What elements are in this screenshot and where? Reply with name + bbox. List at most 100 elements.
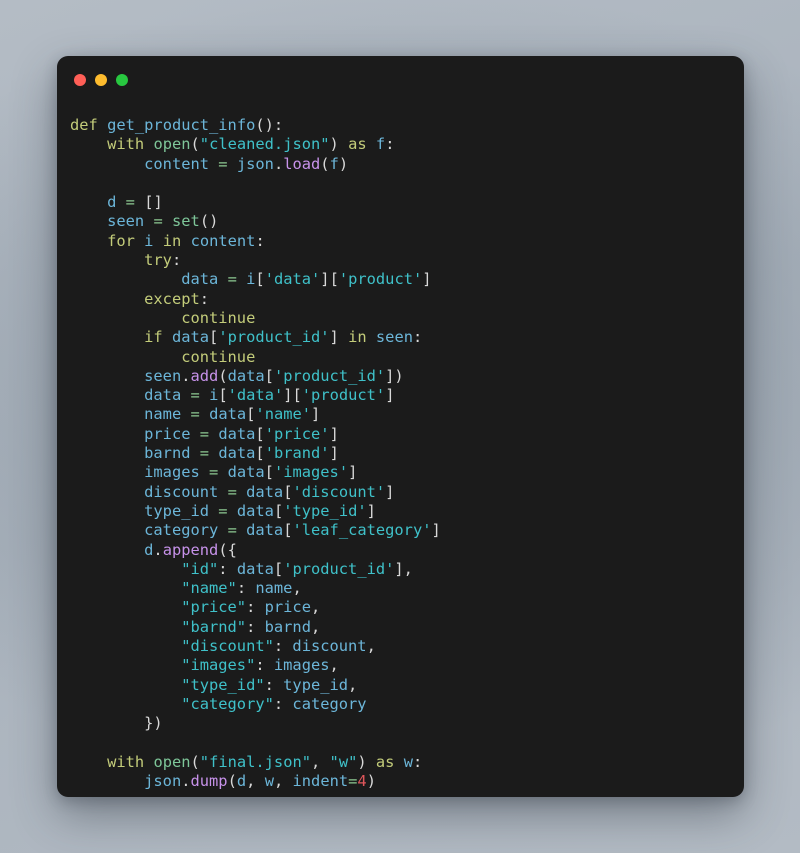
- close-window-button[interactable]: [74, 74, 86, 86]
- code-token-punctuation: :: [236, 579, 256, 598]
- minimize-window-button[interactable]: [95, 74, 107, 86]
- code-token-identifier: barnd: [264, 617, 311, 636]
- window-titlebar: [57, 56, 744, 102]
- code-line: name = data['name']: [70, 405, 744, 424]
- code-token-string: "category": [181, 694, 274, 713]
- code-token-identifier: seen: [107, 212, 145, 231]
- code-token-punctuation: [70, 772, 144, 790]
- code-token-identifier: discount: [144, 482, 219, 501]
- code-line: "barnd": barnd,: [70, 618, 744, 637]
- code-token-operator: =: [190, 405, 200, 424]
- code-token-identifier: data: [144, 386, 182, 405]
- code-token-identifier: type_id: [144, 501, 210, 520]
- code-token-identifier: w: [264, 772, 274, 791]
- code-token-builtin: set: [172, 212, 200, 231]
- code-token-identifier: content: [190, 231, 256, 250]
- code-token-punctuation: ]: [329, 444, 339, 463]
- code-line: "images": images,: [70, 656, 744, 675]
- code-token-string: 'leaf_category': [292, 521, 432, 540]
- code-token-identifier: data: [236, 559, 274, 578]
- code-token-punctuation: [209, 444, 218, 462]
- code-editor-area[interactable]: def get_product_info(): with open("clean…: [57, 102, 744, 797]
- code-token-punctuation: ,: [329, 656, 339, 675]
- code-token-identifier: barnd: [144, 444, 191, 463]
- code-token-keyword: in: [162, 231, 182, 250]
- code-token-punctuation: [70, 309, 181, 327]
- code-token-identifier: data: [171, 328, 210, 347]
- code-token-function: dump: [190, 772, 228, 791]
- code-token-string: "images": [181, 656, 256, 675]
- code-token-punctuation: (: [190, 752, 200, 771]
- code-token-punctuation: [200, 463, 209, 481]
- code-token-operator: =: [218, 154, 228, 173]
- code-token-punctuation: [190, 425, 199, 443]
- code-token-string: 'product_id': [273, 366, 386, 385]
- code-token-punctuation: [70, 560, 181, 578]
- code-token-punctuation: ]: [431, 521, 441, 540]
- code-token-punctuation: ,: [246, 772, 265, 791]
- code-token-punctuation: (: [218, 366, 228, 385]
- code-token-identifier: f: [329, 154, 339, 173]
- code-token-punctuation: ][: [320, 270, 339, 289]
- code-token-identifier: seen: [375, 328, 413, 347]
- code-token-punctuation: [70, 618, 181, 636]
- code-token-string: 'images': [273, 463, 349, 482]
- code-token-keyword: continue: [181, 347, 256, 366]
- code-token-function: load: [283, 154, 321, 173]
- code-token-punctuation: [209, 425, 218, 443]
- code-line: barnd = data['brand']: [70, 444, 744, 463]
- code-line: def get_product_info():: [70, 116, 744, 135]
- code-token-identifier: content: [144, 154, 210, 173]
- code-line: if data['product_id'] in seen:: [70, 328, 744, 347]
- code-token-identifier: json: [144, 772, 182, 791]
- code-token-punctuation: [163, 328, 172, 346]
- code-token-string: "final.json": [199, 752, 311, 771]
- code-token-identifier: json: [236, 154, 274, 173]
- code-token-keyword: with: [107, 135, 145, 154]
- code-line: continue: [70, 309, 744, 328]
- maximize-window-button[interactable]: [116, 74, 128, 86]
- code-token-punctuation: [367, 135, 376, 153]
- code-token-punctuation: ][: [283, 386, 302, 405]
- code-line: continue: [70, 348, 744, 367]
- code-token-punctuation: [237, 270, 246, 288]
- code-token-operator: =: [125, 193, 135, 212]
- code-token-function: add: [190, 366, 219, 385]
- code-token-punctuation: [163, 212, 172, 230]
- code-token-punctuation: ,: [310, 617, 321, 636]
- code-token-punctuation: [70, 270, 181, 288]
- code-token-punctuation: [116, 193, 125, 211]
- code-token-punctuation: [70, 386, 144, 404]
- code-token-punctuation: ): [329, 135, 349, 154]
- code-token-punctuation: ]: [385, 386, 395, 405]
- code-token-punctuation: (): [199, 212, 219, 231]
- code-token-punctuation: :: [385, 135, 395, 154]
- code-line: "name": name,: [70, 579, 744, 598]
- code-token-punctuation: [: [255, 444, 265, 463]
- code-token-identifier: data: [246, 482, 284, 501]
- code-token-string: 'product': [338, 270, 423, 289]
- code-token-identifier: data: [227, 366, 265, 385]
- code-token-punctuation: :: [412, 328, 423, 347]
- code-token-punctuation: :: [255, 231, 265, 250]
- code-token-punctuation: [70, 656, 181, 674]
- code-token-identifier: get_product_info: [107, 116, 256, 134]
- code-token-punctuation: :: [273, 694, 293, 713]
- code-token-string: 'product': [301, 386, 386, 405]
- code-token-identifier: name: [144, 405, 182, 424]
- code-token-punctuation: [70, 753, 107, 771]
- code-line: "category": category: [70, 695, 744, 714]
- code-token-identifier: images: [273, 656, 330, 675]
- code-line: discount = data['discount']: [70, 483, 744, 502]
- code-token-punctuation: [70, 348, 181, 366]
- code-token-string: "id": [181, 559, 219, 578]
- code-token-punctuation: (: [190, 135, 200, 154]
- code-line: try:: [70, 251, 744, 270]
- code-token-punctuation: ): [366, 772, 376, 791]
- code-token-operator: =: [199, 444, 210, 463]
- code-token-identifier: images: [144, 463, 200, 482]
- code-token-keyword: try: [144, 251, 172, 270]
- code-token-punctuation: [200, 405, 209, 423]
- code-token-operator: =: [227, 521, 237, 540]
